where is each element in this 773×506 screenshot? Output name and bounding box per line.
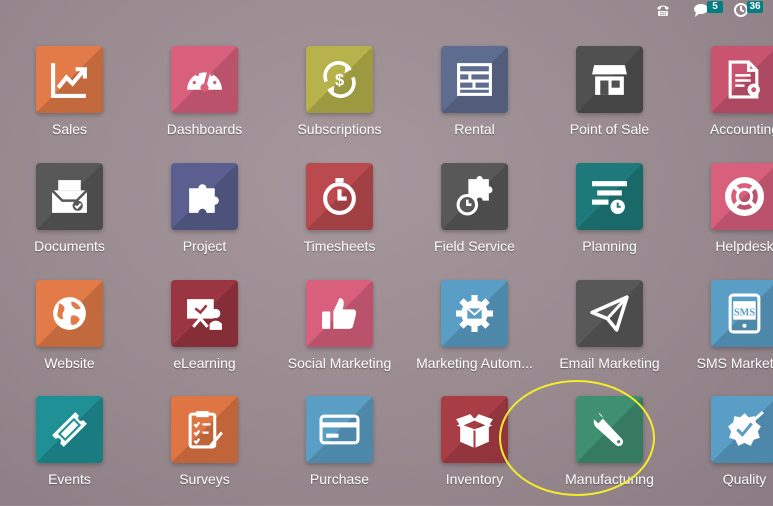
presentation-icon [187,299,222,330]
inventory-tile [441,396,508,463]
app-documents[interactable]: Documents [2,163,137,273]
helpdesk-tile [711,163,773,230]
app-timesheets[interactable]: Timesheets [272,163,407,273]
app-events[interactable]: Events [2,396,137,506]
purchase-tile [306,396,373,463]
project-tile [171,163,238,230]
app-helpdesk[interactable]: Helpdesk [677,163,773,273]
app-label: Events [48,471,91,487]
app-subscriptions[interactable]: $ Subscriptions [272,46,407,156]
app-label: Dashboards [166,121,243,137]
app-label: Accounting [709,121,773,137]
app-label: Project [182,238,227,254]
credit-card-icon [319,414,360,445]
app-label: Sales [51,121,88,137]
social-marketing-tile [306,280,373,347]
app-marketing-automation[interactable]: Marketing Autom... [407,280,542,390]
app-label: Email Marketing [559,355,660,371]
invoice-gear-icon [728,60,760,99]
app-inventory[interactable]: Inventory [407,396,542,506]
quality-tile [711,396,773,463]
elearning-tile [171,280,238,347]
app-label: Surveys [179,471,230,487]
app-dashboards[interactable]: Dashboards [137,46,272,156]
app-label: Timesheets [303,238,376,254]
svg-text:$: $ [335,72,344,90]
app-point-of-sale[interactable]: Point of Sale [542,46,677,156]
thumbs-up-icon [322,298,357,329]
rental-tile [441,46,508,113]
app-sales[interactable]: Sales [2,46,137,156]
app-quality[interactable]: Quality [677,396,773,506]
app-label: Point of Sale [569,121,650,137]
app-planning[interactable]: Planning [542,163,677,273]
app-website[interactable]: Website [2,280,137,390]
app-sms-marketing[interactable]: SMS SMS Marketing [677,280,773,390]
surveys-tile [171,396,238,463]
app-label: Website [44,355,95,371]
app-label: Helpdesk [715,238,773,254]
paper-plane-icon [590,295,629,332]
app-accounting[interactable]: Accounting [677,46,773,156]
events-tile [36,396,103,463]
planning-tile [576,163,643,230]
trend-chart-icon [51,63,87,98]
app-label: Purchase [309,471,370,487]
timesheets-tile [306,163,373,230]
clipboard-check-icon [188,411,223,449]
email-marketing-tile [576,280,643,347]
app-label: Documents [34,238,105,254]
app-label: SMS Marketing [696,355,773,371]
inbox-tray-icon [51,180,88,213]
planning-icon [592,181,627,214]
app-label: Marketing Autom... [416,355,533,371]
app-label: Manufacturing [565,471,654,487]
gear-mail-icon [456,295,493,332]
dashboards-tile [171,46,238,113]
documents-tile [36,163,103,230]
website-tile [36,280,103,347]
dollar-cycle-icon: $ [323,61,356,98]
puzzle-timer-icon [456,176,493,216]
app-label: Quality [722,471,767,487]
ticket-icon [52,412,87,447]
app-elearning[interactable]: eLearning [137,280,272,390]
accounting-tile [711,46,773,113]
sms-phone-icon: SMS [728,293,761,334]
marketing-automation-tile [441,280,508,347]
app-grid: Sales Dashboards $ Subscriptions Rental … [0,0,773,505]
wrench-icon [593,413,624,447]
app-label: eLearning [173,355,236,371]
app-project[interactable]: Project [137,163,272,273]
sales-tile [36,46,103,113]
app-manufacturing[interactable]: Manufacturing [542,396,677,506]
subscriptions-tile: $ [306,46,373,113]
app-surveys[interactable]: Surveys [137,396,272,506]
manufacturing-tile [576,396,643,463]
stopwatch-icon [323,178,356,215]
storefront-icon [592,65,627,95]
app-label: Social Marketing [287,355,392,371]
lifebuoy-icon [725,177,764,216]
app-label: Rental [454,121,495,137]
open-box-icon [456,414,493,448]
app-email-marketing[interactable]: Email Marketing [542,280,677,390]
field-service-tile [441,163,508,230]
point-of-sale-tile [576,46,643,113]
app-purchase[interactable]: Purchase [272,396,407,506]
app-label: Planning [582,238,637,254]
rental-board-icon [457,63,492,96]
puzzle-icon [189,184,219,213]
app-field-service[interactable]: Field Service [407,163,542,273]
globe-icon [53,297,86,330]
app-label: Inventory [445,471,504,487]
app-label: Subscriptions [297,121,382,137]
app-social-marketing[interactable]: Social Marketing [272,280,407,390]
sms-marketing-tile: SMS [711,280,773,347]
app-label: Field Service [434,238,515,254]
badge-check-icon [728,411,764,446]
svg-text:SMS: SMS [734,308,755,319]
app-rental[interactable]: Rental [407,46,542,156]
speedometer-icon [187,68,222,92]
